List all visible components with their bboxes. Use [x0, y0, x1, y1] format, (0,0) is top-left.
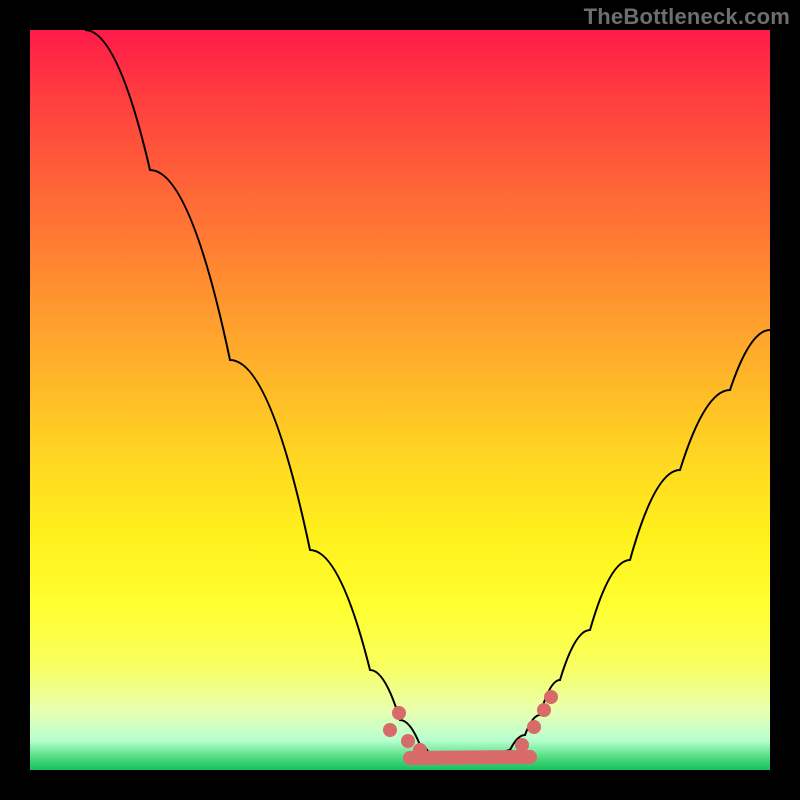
- bead-dot: [537, 703, 551, 717]
- chart-svg: [30, 30, 770, 770]
- left-curve: [85, 30, 440, 760]
- bead-dot: [527, 720, 541, 734]
- bead-dot: [413, 743, 427, 757]
- bead-dots-group: [383, 690, 558, 757]
- bead-dot: [383, 723, 397, 737]
- bead-segment: [410, 757, 530, 758]
- right-curve: [500, 330, 770, 758]
- bead-dot: [401, 734, 415, 748]
- chart-frame: [30, 30, 770, 770]
- watermark-text: TheBottleneck.com: [584, 4, 790, 30]
- bead-dot: [544, 690, 558, 704]
- bead-dot: [515, 738, 529, 752]
- bead-dot: [392, 706, 406, 720]
